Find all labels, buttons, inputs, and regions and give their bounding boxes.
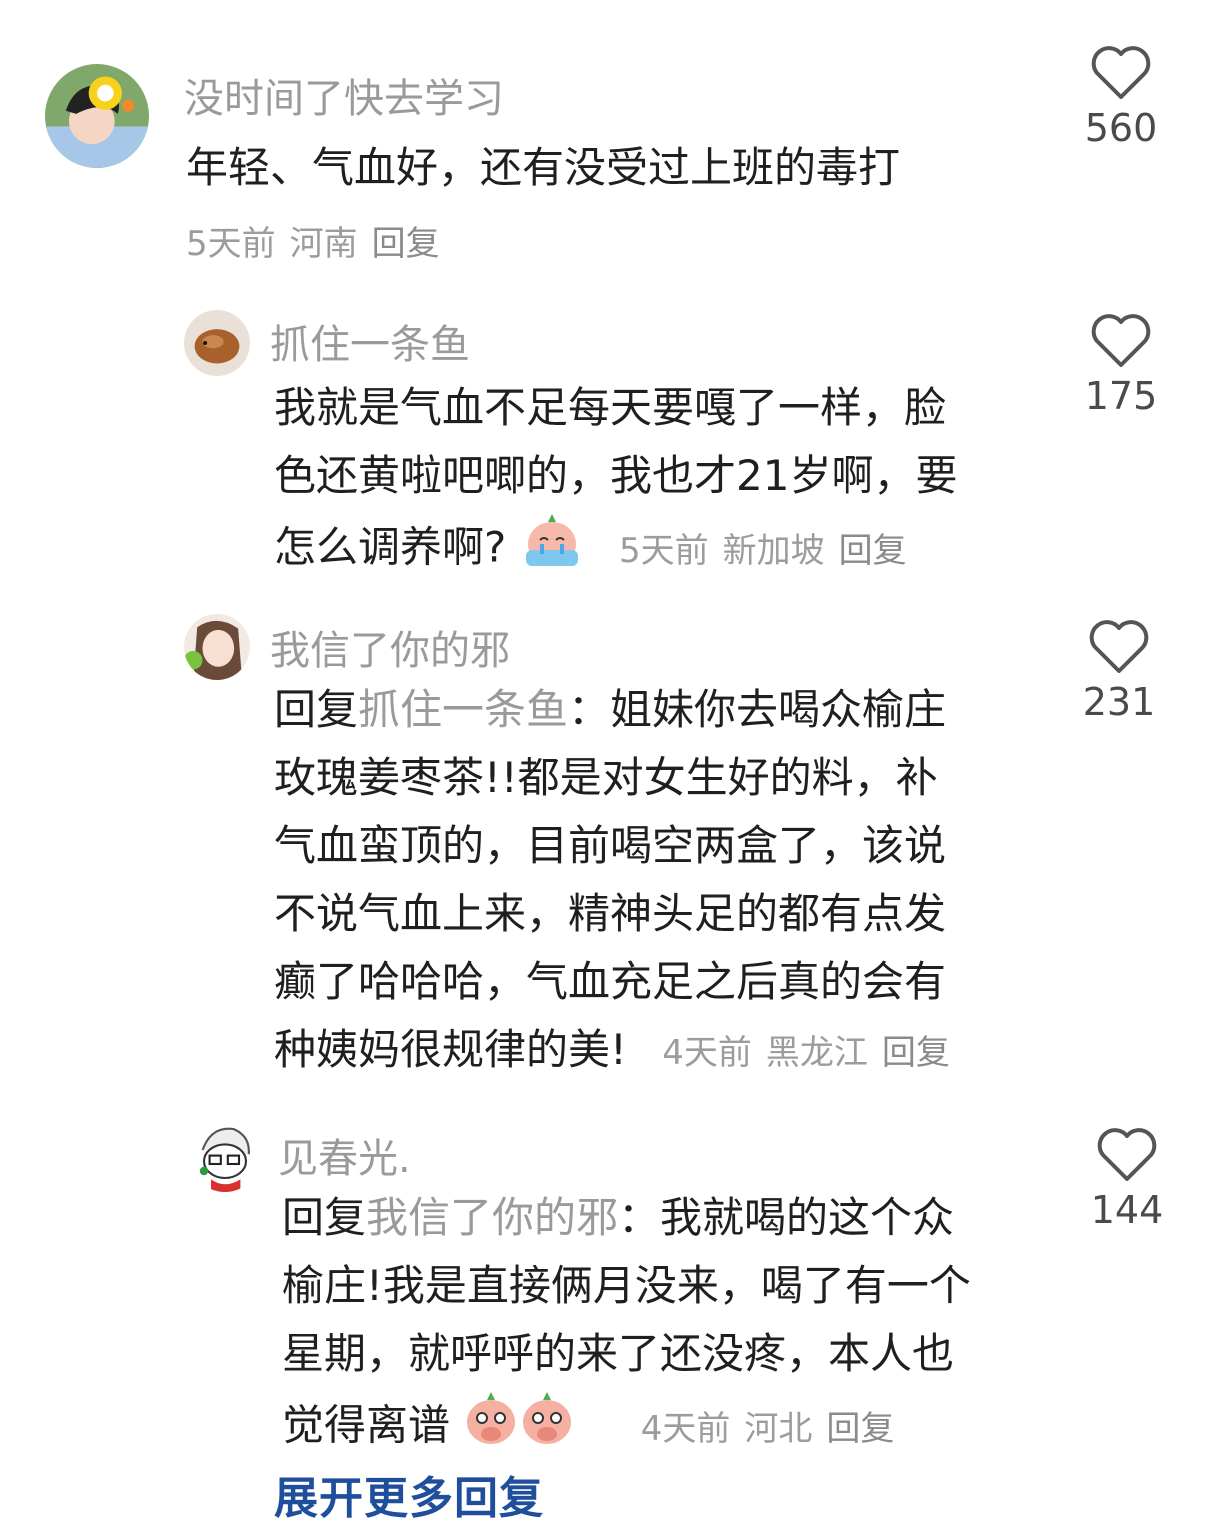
comment-location: 河南 [289,224,358,264]
like-button[interactable]: 175 [1066,312,1176,418]
heart-icon [1091,314,1151,367]
reply-button[interactable]: 回复 [839,531,907,571]
comment-line-last: 种姨妈很规律的美! 4天前 黑龙江 回复 [274,1016,964,1087]
like-count: 560 [1084,106,1158,150]
like-count: 175 [1084,374,1158,418]
comment-text: 年轻、气血好，还有没受过上班的毒打 [186,140,900,196]
comment-line-text: 姐妹你去喝众榆庄 [610,685,947,734]
comment-line-text: 怎么调养啊? [274,522,507,572]
reply-prefix: 回复 [282,1193,367,1242]
user-avatar[interactable] [190,1122,260,1192]
comment-time: 5天前 [186,224,276,264]
username[interactable]: 没时间了快去学习 [184,66,504,124]
comment-line: 不说气血上来，精神头足的都有点发 [274,889,947,938]
like-button[interactable]: 144 [1072,1126,1182,1232]
comment-line: 气血蛮顶的，目前喝空两盒了，该说 [274,821,947,870]
comment-location: 黑龙江 [765,1033,868,1073]
reply-prefix: 回复 [274,685,359,734]
user-avatar[interactable] [184,614,250,680]
username[interactable]: 抓住一条鱼 [270,312,470,370]
reply-colon: ： [618,1193,661,1242]
reply-button[interactable]: 回复 [826,1409,894,1449]
comment-line-text: 种姨妈很规律的美! [274,1025,627,1074]
user-avatar[interactable] [45,64,149,168]
reply-target-username[interactable]: 抓住一条鱼 [358,685,568,734]
comment-line: 癫了哈哈哈，气血充足之后真的会有 [274,957,947,1006]
comment-line-first: 回复抓住一条鱼：姐妹你去喝众榆庄 [274,676,964,744]
heart-icon [1097,1128,1157,1181]
reply-button[interactable]: 回复 [372,224,440,264]
comment-location: 河北 [744,1408,813,1449]
like-count: 144 [1090,1188,1164,1232]
comment-line-last: 觉得离谱 4天前 河北 回复 [282,1388,971,1468]
comment-text: 我就是气血不足每天要嘎了一样，脸 色还黄啦吧唧的，我也才21岁啊，要 怎么调养啊… [274,374,957,590]
shy-peach-emoji [519,1388,575,1468]
comment-line: 玫瑰姜枣茶!!都是对女生好的料，补 [274,753,938,802]
comment-text: 回复我信了你的邪：我就喝的这个众 榆庄!我是直接俩月没来，喝了有一个 星期，就呼… [282,1184,971,1468]
comment-time: 5天前 [619,530,709,571]
crying-peach-emoji [520,510,584,590]
comment-line: 年轻、气血好，还有没受过上班的毒打 [186,143,901,192]
shy-peach-emoji [463,1388,519,1468]
reply-colon: ： [568,685,611,734]
username[interactable]: 我信了你的邪 [270,618,510,676]
heart-icon [1089,620,1149,673]
username[interactable]: 见春光. [278,1126,411,1184]
comment-line: 星期，就呼呼的来了还没疼，本人也 [282,1329,955,1378]
comment-line-text: 觉得离谱 [282,1400,451,1450]
comment-line: 色还黄啦吧唧的，我也才21岁啊，要 [274,451,958,500]
comment-location: 新加坡 [722,530,825,571]
comment-line: 榆庄!我是直接俩月没来，喝了有一个 [282,1261,971,1310]
comment-line: 我就是气血不足每天要嘎了一样，脸 [274,383,947,432]
comment-time: 4天前 [662,1033,752,1073]
comment-time: 4天前 [640,1408,731,1449]
expand-more-replies-link[interactable]: 展开更多回复 [274,1462,544,1526]
user-avatar[interactable] [184,310,250,376]
comment-text: 回复抓住一条鱼：姐妹你去喝众榆庄 玫瑰姜枣茶!!都是对女生好的料，补 气血蛮顶的… [274,676,964,1087]
like-button[interactable]: 231 [1064,618,1174,724]
comment-line-last: 怎么调养啊? 5天前 新加坡 回复 [274,510,957,590]
like-button[interactable]: 560 [1066,44,1176,150]
reply-button[interactable]: 回复 [882,1033,950,1073]
comment-line-text: 我就喝的这个众 [660,1193,955,1242]
like-count: 231 [1082,680,1156,724]
comment-meta: 5天前 河南 回复 [186,216,454,265]
reply-target-username[interactable]: 我信了你的邪 [366,1193,618,1242]
heart-icon [1091,46,1151,99]
comment-line-first: 回复我信了你的邪：我就喝的这个众 [282,1184,971,1252]
